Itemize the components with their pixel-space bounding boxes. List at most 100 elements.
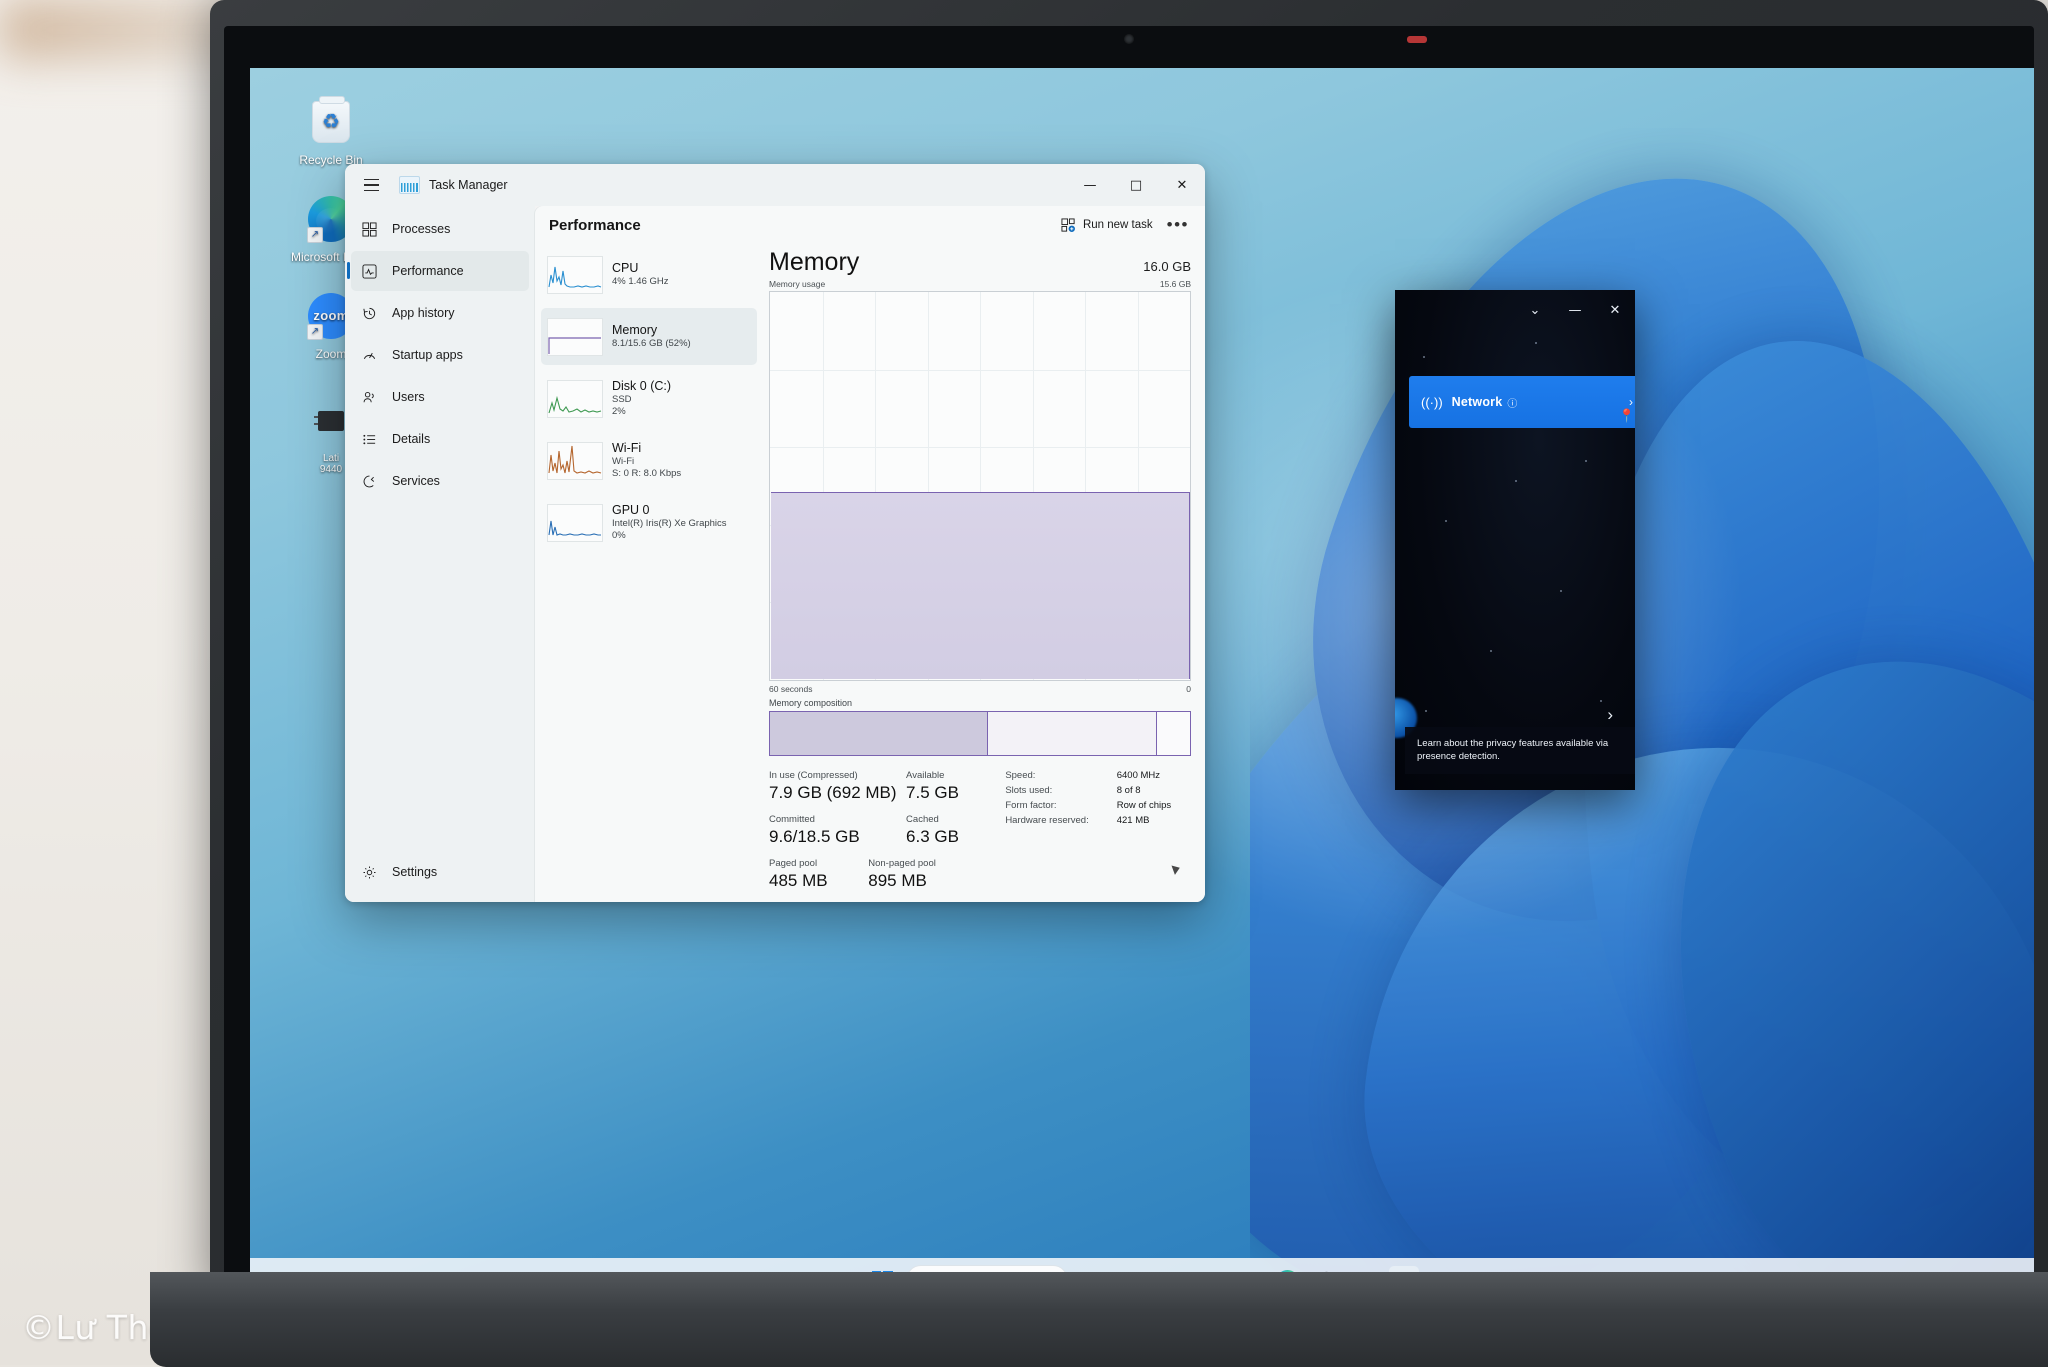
- spec-value: 6400 MHz: [1089, 770, 1171, 785]
- privacy-toast: ✕ Learn about the privacy features avail…: [1405, 727, 1635, 774]
- stat-value: 6.3 GB: [906, 826, 1005, 847]
- carousel-next-button[interactable]: ›: [1607, 705, 1613, 725]
- screen-bezel: ♻ Recycle Bin ↗ Microsoft Edge zoom↗ Zoo…: [224, 26, 2034, 1278]
- spec-key: Form factor:: [1005, 800, 1088, 815]
- sidebar-item-label: Services: [392, 474, 440, 488]
- memory-specs: Speed: 6400 MHz Slots used: 8 of 8: [1005, 770, 1171, 902]
- minimize-button[interactable]: —: [1067, 164, 1113, 206]
- memory-total: 16.0 GB: [1143, 259, 1191, 277]
- spec-key: Hardware reserved:: [1005, 815, 1088, 830]
- laptop-base: [150, 1272, 2048, 1367]
- resource-usage: 2%: [612, 406, 671, 418]
- spec-value: Row of chips: [1089, 800, 1171, 815]
- resource-detail: 4% 1.46 GHz: [612, 276, 669, 288]
- resource-name: GPU 0: [612, 503, 727, 518]
- spec-value: 421 MB: [1089, 815, 1171, 830]
- resource-name: Wi-Fi: [612, 441, 681, 456]
- network-card-label: Network: [1452, 395, 1503, 409]
- graph-time-zero: 0: [1186, 684, 1191, 694]
- task-manager-app-icon: [399, 176, 420, 194]
- stat-value: 7.5 GB: [906, 782, 1005, 803]
- spec-row-hardware-reserved: Hardware reserved: 421 MB: [1005, 815, 1171, 830]
- run-new-task-button[interactable]: Run new task: [1061, 218, 1153, 233]
- graph-time-span: 60 seconds: [769, 684, 812, 694]
- spec-key: Speed:: [1005, 770, 1088, 785]
- gpu-sparkline: [547, 504, 603, 542]
- stat-key: Committed: [769, 814, 906, 826]
- network-card[interactable]: ((·)) Network ⓘ › 📍: [1409, 376, 1635, 428]
- resource-item-gpu[interactable]: GPU 0 Intel(R) Iris(R) Xe Graphics 0%: [541, 494, 757, 551]
- composition-segment-in-use: [770, 712, 988, 755]
- stat-key: In use (Compressed): [769, 770, 906, 782]
- dell-title-bar: ⌄ — ✕: [1395, 290, 1635, 330]
- spec-value: 8 of 8: [1089, 785, 1171, 800]
- run-new-task-icon: [1061, 218, 1076, 233]
- resource-item-wifi[interactable]: Wi-Fi Wi-Fi S: 0 R: 8.0 Kbps: [541, 432, 757, 489]
- spec-key: Slots used:: [1005, 785, 1088, 800]
- startup-icon: [361, 347, 378, 364]
- stat-key: Non-paged pool: [868, 858, 1005, 870]
- content-header: Performance Run new task •••: [535, 206, 1205, 244]
- close-button[interactable]: ✕: [1159, 164, 1205, 206]
- page-title: Performance: [549, 217, 641, 234]
- memory-usage-label: Memory usage: [769, 279, 825, 289]
- sidebar-item-performance[interactable]: Performance: [351, 251, 529, 291]
- hamburger-menu-icon[interactable]: [355, 169, 387, 201]
- services-icon: [361, 473, 378, 490]
- desktop-icon-recycle-bin[interactable]: ♻ Recycle Bin: [276, 96, 386, 167]
- resource-name: CPU: [612, 261, 669, 276]
- stat-key: Paged pool: [769, 858, 868, 870]
- sidebar-spacer: [345, 502, 535, 850]
- title-bar: Task Manager — □ ✕: [345, 164, 1205, 206]
- webcam-icon: [1124, 34, 1134, 44]
- spec-row-form-factor: Form factor: Row of chips: [1005, 800, 1171, 815]
- cpu-sparkline: [547, 256, 603, 294]
- sidebar-item-app-history[interactable]: App history: [351, 293, 529, 333]
- sidebar-item-label: Startup apps: [392, 348, 463, 362]
- memory-sparkline: [547, 318, 603, 356]
- resource-name: Disk 0 (C:): [612, 379, 671, 394]
- sidebar-item-services[interactable]: Services: [351, 461, 529, 501]
- more-options-button[interactable]: •••: [1167, 220, 1189, 230]
- sidebar-item-settings[interactable]: Settings: [351, 850, 529, 894]
- resource-detail: 8.1/15.6 GB (52%): [612, 338, 691, 350]
- stat-cached: Cached 6.3 GB: [906, 814, 1005, 847]
- composition-segment-standby: [988, 712, 1156, 755]
- sidebar-item-users[interactable]: Users: [351, 377, 529, 417]
- sidebar-settings-label: Settings: [392, 865, 437, 879]
- toast-text: Learn about the privacy features availab…: [1417, 737, 1635, 763]
- memory-heading: Memory: [769, 248, 859, 277]
- dell-minimize-button[interactable]: —: [1555, 290, 1595, 330]
- pin-icon[interactable]: 📍: [1619, 408, 1635, 424]
- spec-row-speed: Speed: 6400 MHz: [1005, 770, 1171, 785]
- sidebar-navigation: Processes Performance App: [345, 206, 535, 902]
- sidebar-item-startup-apps[interactable]: Startup apps: [351, 335, 529, 375]
- sidebar-item-label: Details: [392, 432, 430, 446]
- window-controls: — □ ✕: [1067, 164, 1205, 206]
- chevron-right-icon[interactable]: ›: [1629, 395, 1633, 409]
- resource-detail: SSD: [612, 394, 671, 406]
- resource-detail: Intel(R) Iris(R) Xe Graphics: [612, 518, 727, 530]
- dell-close-button[interactable]: ✕: [1595, 290, 1635, 330]
- task-manager-window: Task Manager — □ ✕ Processe: [345, 164, 1205, 902]
- details-icon: [361, 431, 378, 448]
- sidebar-item-processes[interactable]: Processes: [351, 209, 529, 249]
- history-icon: [361, 305, 378, 322]
- resource-name: Memory: [612, 323, 691, 338]
- info-icon[interactable]: ⓘ: [1507, 395, 1517, 410]
- performance-icon: [361, 263, 378, 280]
- maximize-button[interactable]: □: [1113, 164, 1159, 206]
- gear-icon: [361, 864, 378, 881]
- sidebar-item-details[interactable]: Details: [351, 419, 529, 459]
- laptop-device: ♻ Recycle Bin ↗ Microsoft Edge zoom↗ Zoo…: [210, 0, 2048, 1365]
- spec-row-slots: Slots used: 8 of 8: [1005, 785, 1171, 800]
- resource-detail: Wi-Fi: [612, 456, 681, 468]
- resource-item-memory[interactable]: Memory 8.1/15.6 GB (52%): [541, 308, 757, 365]
- resource-item-cpu[interactable]: CPU 4% 1.46 GHz: [541, 246, 757, 303]
- camera-indicator-led: [1407, 36, 1427, 43]
- stat-committed: Committed 9.6/18.5 GB: [769, 814, 906, 847]
- dell-collapse-button[interactable]: ⌄: [1515, 290, 1555, 330]
- resource-item-disk[interactable]: Disk 0 (C:) SSD 2%: [541, 370, 757, 427]
- stat-in-use: In use (Compressed) 7.9 GB (692 MB): [769, 770, 906, 803]
- memory-usage-graph: [769, 291, 1191, 681]
